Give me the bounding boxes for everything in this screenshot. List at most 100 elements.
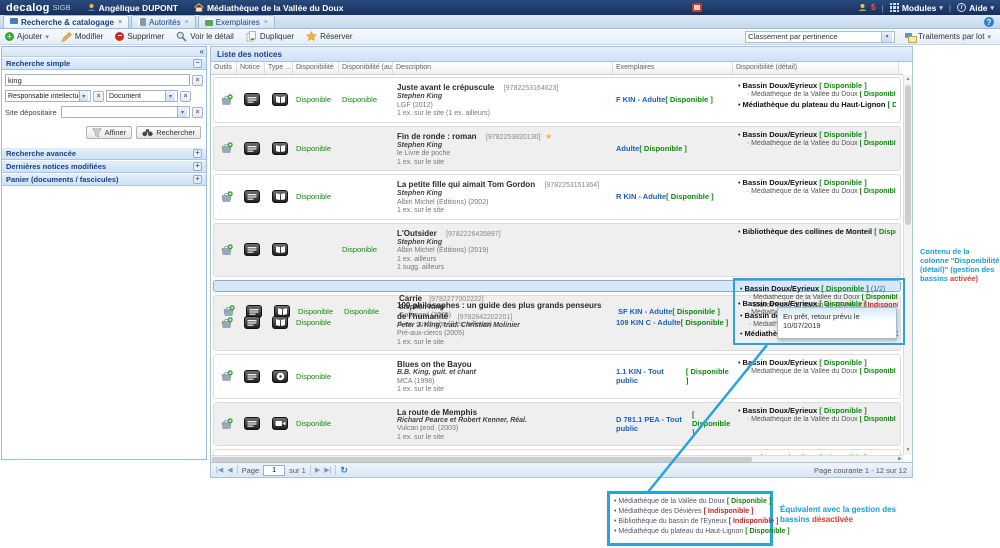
clear-search-icon[interactable]: ×: [192, 75, 203, 86]
simple-search-header[interactable]: Recherche simple −: [2, 57, 206, 70]
col-outils[interactable]: Outils: [211, 62, 237, 74]
table-row[interactable]: DisponibleFin de ronde : roman [97822538…: [213, 126, 901, 172]
basket-header[interactable]: Panier (documents / fascicules) +: [2, 173, 206, 186]
results-rows: DisponibleDisponibleJuste avant le crépu…: [211, 75, 903, 455]
col-exemplaires[interactable]: Exemplaires: [613, 62, 733, 74]
prev-page-icon[interactable]: ◀: [227, 466, 232, 474]
duplicate-button[interactable]: Dupliquer: [246, 31, 294, 42]
recent-records-header[interactable]: Dernières notices modifiées +: [2, 160, 206, 173]
tab-exemplaires[interactable]: Exemplaires ×: [198, 15, 275, 28]
close-tab-icon[interactable]: ×: [264, 19, 268, 26]
detail-item: • Bassin Doux/Eyrieux [ Disponible ]: [738, 81, 896, 91]
expand-section-icon[interactable]: +: [193, 175, 202, 184]
modules-menu[interactable]: Modules ▾: [890, 3, 943, 13]
session-count: 5: [871, 3, 875, 12]
criterion-select[interactable]: Responsable intellectuel ▾: [5, 90, 91, 102]
table-row[interactable]: DisponibleL'Outsider [9782226435897]Step…: [213, 223, 901, 277]
tab-autorites[interactable]: Autorités ×: [131, 15, 196, 28]
expand-section-icon[interactable]: +: [193, 149, 202, 158]
pencil-icon: [61, 32, 72, 42]
first-page-icon[interactable]: |◀: [216, 466, 223, 474]
help-button[interactable]: ?: [984, 17, 994, 27]
search-input[interactable]: [5, 74, 190, 86]
next-page-icon[interactable]: ▶: [315, 466, 320, 474]
notice-badge-icon: [238, 403, 266, 446]
availability-detail-cell: • Bassin Doux/Eyrieux [ Disponible ]◦ Mé…: [734, 175, 898, 219]
table-row[interactable]: DisponibleBlues on the BayouB.B. King, g…: [213, 354, 901, 399]
collapse-section-icon[interactable]: −: [193, 59, 202, 68]
add-to-basket-icon[interactable]: [220, 418, 233, 430]
reserve-button[interactable]: Réserver: [306, 31, 352, 42]
topbar: decalog SIGB Angélique DUPONT Médiathèqu…: [0, 0, 1000, 15]
refresh-icon[interactable]: ↻: [340, 465, 348, 476]
copies-cell: F KIN - Adulte [ Disponible ]: [614, 78, 734, 122]
refine-button[interactable]: Affiner: [86, 126, 133, 139]
col-disponibilite-autre[interactable]: Disponibilité (autre ...: [339, 62, 393, 74]
detail-subitem: ◦ Médiathèque de la Vallée du Doux [ Dis…: [738, 91, 896, 100]
add-to-basket-icon[interactable]: [220, 142, 233, 154]
col-disponibilite-detail[interactable]: Disponibilité (détail): [733, 62, 899, 74]
scroll-up-icon[interactable]: ▲: [904, 75, 912, 84]
availability-other-cell: Disponible: [340, 78, 394, 122]
clear-site-icon[interactable]: ×: [192, 107, 203, 118]
horizontal-scrollbar[interactable]: ▶: [211, 455, 903, 462]
page-input[interactable]: [263, 465, 285, 476]
tab-recherche-catalogage[interactable]: Recherche & catalogage ×: [3, 15, 129, 28]
table-row[interactable]: DisponibleLa route de MemphisRichard Pea…: [213, 402, 901, 447]
session-indicator[interactable]: 5: [858, 3, 875, 12]
col-description[interactable]: Description: [393, 62, 613, 74]
record-description: 100 philosophes : un guide des plus gran…: [394, 296, 614, 351]
copies-cell: 1.1 KIN - Tout public [ Disponible ]: [614, 355, 734, 398]
equivalent-item: • Médiathèque de la Vallée du Doux [ Dis…: [614, 497, 766, 507]
availability-cell: Disponible: [294, 78, 340, 122]
modules-grid-icon: [890, 3, 899, 12]
add-icon: +: [5, 32, 14, 41]
current-user[interactable]: Angélique DUPONT: [87, 3, 178, 13]
add-to-basket-icon[interactable]: [220, 94, 233, 106]
add-to-basket-icon[interactable]: [220, 317, 233, 329]
expand-section-icon[interactable]: +: [193, 162, 202, 171]
vertical-scrollbar[interactable]: ▲ ▼: [903, 75, 912, 455]
add-button[interactable]: + Ajouter ▾: [5, 32, 49, 41]
search-button[interactable]: Rechercher: [136, 126, 201, 139]
doc-type-select[interactable]: Document ▾: [106, 90, 178, 102]
batch-actions-button[interactable]: Traitements par lot ▾: [905, 32, 991, 41]
scrollbar-thumb[interactable]: [212, 457, 752, 462]
record-description: Fin de ronde : roman [9782253820130] ★St…: [394, 127, 614, 171]
col-disponibilite[interactable]: Disponibilité: [293, 62, 339, 74]
delete-button[interactable]: − Supprimer: [115, 32, 164, 41]
site-select[interactable]: ▾: [61, 106, 190, 118]
close-tab-icon[interactable]: ×: [185, 19, 189, 26]
clear-doctype-icon[interactable]: ×: [180, 91, 191, 102]
availability-cell: [294, 224, 340, 276]
view-detail-button[interactable]: Voir le détail: [176, 31, 234, 42]
scrollbar-thumb[interactable]: [905, 85, 911, 225]
detail-item: • Bassin Doux/Eyrieux [ Disponible ]: [738, 178, 896, 188]
scroll-right-icon[interactable]: ▶: [898, 456, 902, 463]
table-row[interactable]: DisponibleLa petite fille qui aimait Tom…: [213, 174, 901, 220]
help-menu[interactable]: i Aide ▾: [957, 3, 994, 13]
col-type[interactable]: Type ...: [265, 62, 293, 74]
add-to-basket-icon[interactable]: [220, 370, 233, 382]
delete-icon: −: [115, 32, 124, 41]
current-site[interactable]: Médiathèque de la Vallée du Doux: [194, 3, 344, 13]
close-tab-icon[interactable]: ×: [118, 19, 122, 26]
scroll-down-icon[interactable]: ▼: [904, 446, 912, 455]
availability-other-cell: [340, 175, 394, 219]
collapse-sidebar-button[interactable]: «: [200, 48, 204, 56]
col-notice[interactable]: Notice: [237, 62, 265, 74]
detail-subitem: ◦ Médiathèque de la Vallée du Doux [ Dis…: [738, 368, 896, 377]
add-to-basket-icon[interactable]: [220, 191, 233, 203]
add-to-basket-icon[interactable]: [220, 244, 233, 256]
table-row[interactable]: DisponibleDisponibleJuste avant le crépu…: [213, 77, 901, 123]
edit-button[interactable]: Modifier: [61, 32, 103, 42]
alert-icon[interactable]: [692, 3, 702, 12]
row-tools-cell: [214, 296, 238, 351]
sort-select[interactable]: Classement par pertinence ▾: [745, 31, 895, 43]
book-type-icon: [266, 78, 294, 122]
clear-criterion-icon[interactable]: ×: [93, 91, 104, 102]
availability-cell: Disponible: [294, 403, 340, 446]
advanced-search-header[interactable]: Recherche avancée +: [2, 147, 206, 160]
book-type-icon: [266, 175, 294, 219]
last-page-icon[interactable]: ▶|: [324, 466, 331, 474]
